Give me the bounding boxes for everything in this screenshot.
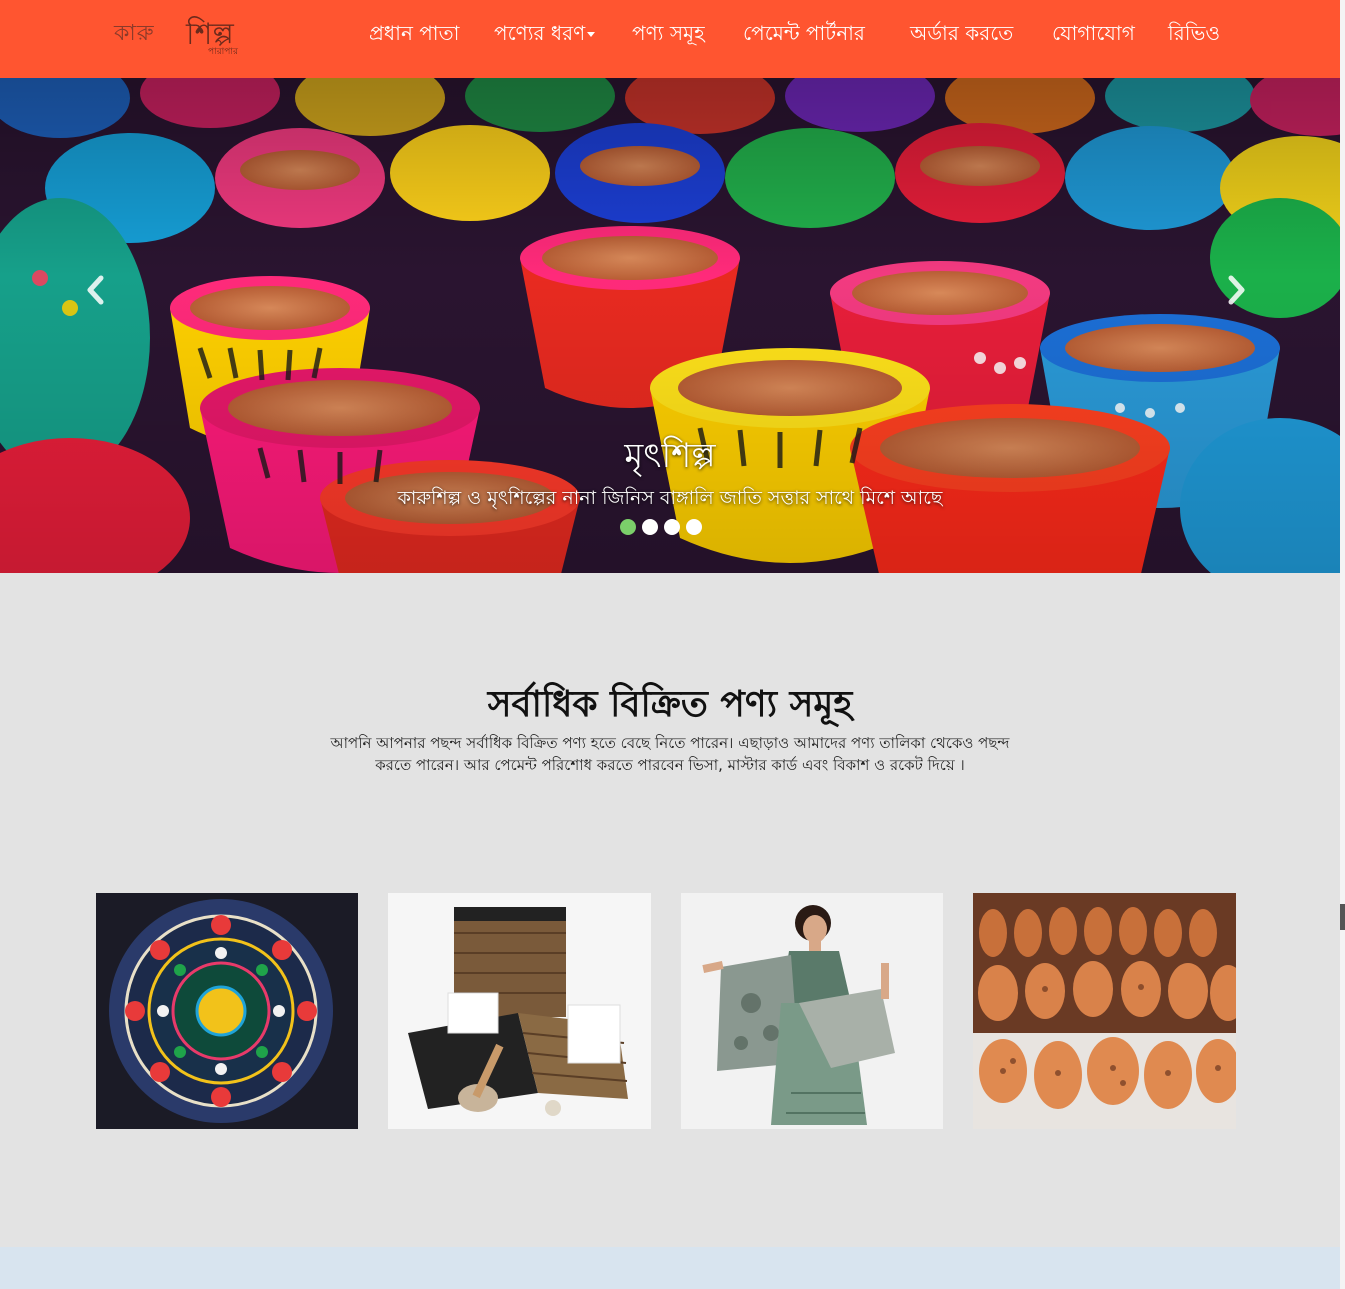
chevron-down-icon (587, 32, 596, 37)
nav-product-types-label: পণ্যের ধরণ (494, 21, 586, 45)
product-image-terracotta (973, 893, 1236, 1129)
carousel-indicator-4[interactable] (686, 519, 702, 535)
carousel-prev-button[interactable] (76, 270, 116, 310)
carousel-caption-title: মৃৎশিল্প (624, 436, 716, 476)
nav-contact[interactable]: যোগাযোগ (1052, 16, 1135, 50)
nav-products[interactable]: পণ্য সমূহ (632, 16, 705, 50)
footer-strip (0, 1247, 1340, 1289)
carousel-indicator-2[interactable] (642, 519, 658, 535)
product-image-baskets (388, 893, 651, 1129)
bestseller-section: সর্বাধিক বিক্রিত পণ্য সমূহ আপনি আপনার পছ… (0, 573, 1340, 1247)
hero-carousel: মৃৎশিল্প কারুশিল্প ও মৃৎশিল্পের নানা জিন… (0, 78, 1340, 573)
product-image-saree (681, 893, 943, 1129)
carousel-indicators (620, 519, 702, 535)
product-card-1[interactable] (96, 893, 358, 1129)
carousel-caption-text: কারুশিল্প ও মৃৎশিল্পের নানা জিনিস বাঙ্গা… (397, 487, 943, 509)
scrollbar-thumb[interactable] (1340, 904, 1345, 930)
product-card-3[interactable] (681, 893, 943, 1129)
nav-payment-partner[interactable]: পেমেন্ট পার্টনার (743, 16, 865, 50)
logo-sub: পারাপার (208, 47, 238, 57)
product-card-2[interactable] (388, 893, 651, 1129)
chevron-right-icon (1228, 275, 1245, 305)
nav-review[interactable]: রিভিও (1168, 16, 1220, 50)
bestseller-description: আপনি আপনার পছন্দ সর্বাধিক বিক্রিত পণ্য হ… (330, 734, 1010, 774)
nav-home[interactable]: প্রধান পাতা (369, 16, 459, 50)
navbar: কারু শিল্প পারাপার প্রধান পাতা পণ্যের ধর… (0, 0, 1340, 78)
brand-logo[interactable]: কারু শিল্প পারাপার (112, 8, 244, 58)
chevron-left-icon (87, 275, 104, 305)
product-image-kantha (96, 893, 358, 1129)
carousel-indicator-1[interactable] (620, 519, 636, 535)
scrollbar-track[interactable] (1340, 0, 1345, 1289)
bestseller-title: সর্বাধিক বিক্রিত পণ্য সমূহ (487, 683, 853, 725)
logo-word-1: কারু (114, 21, 155, 46)
nav-order[interactable]: অর্ডার করতে (910, 16, 1013, 50)
nav-product-types[interactable]: পণ্যের ধরণ (494, 16, 596, 50)
carousel-indicator-3[interactable] (664, 519, 680, 535)
product-card-4[interactable] (973, 893, 1236, 1129)
carousel-next-button[interactable] (1216, 270, 1256, 310)
